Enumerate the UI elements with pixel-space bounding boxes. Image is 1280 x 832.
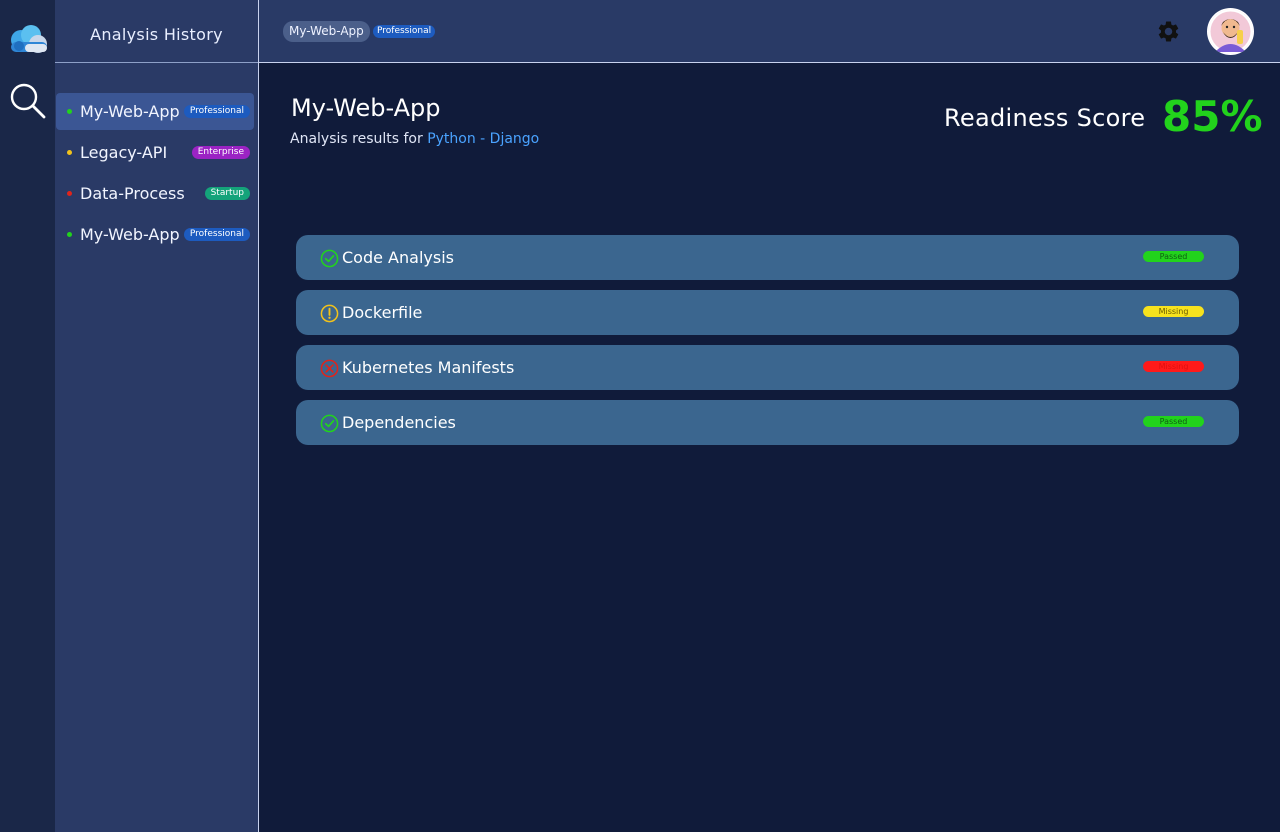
stack-link[interactable]: Python - Django	[427, 131, 539, 147]
user-avatar[interactable]	[1207, 8, 1254, 55]
check-label: Dockerfile	[342, 303, 423, 322]
history-item-my-web-app[interactable]: My-Web-App Professional	[56, 93, 254, 130]
history-item-label: My-Web-App	[80, 102, 180, 121]
error-circle-icon	[320, 359, 339, 378]
check-row-code-analysis[interactable]: Code Analysis Passed	[296, 235, 1239, 280]
history-item-data-process[interactable]: Data-Process Startup	[56, 175, 254, 212]
check-label: Kubernetes Manifests	[342, 358, 515, 377]
page-title: My-Web-App	[291, 94, 441, 122]
analysis-checks: Code Analysis Passed Dockerfile Missing …	[296, 235, 1239, 455]
check-row-dockerfile[interactable]: Dockerfile Missing	[296, 290, 1239, 335]
subtitle-prefix: Analysis results for	[290, 131, 428, 147]
check-row-kubernetes-manifests[interactable]: Kubernetes Manifests Missing	[296, 345, 1239, 390]
readiness-score-value: 85%	[1162, 92, 1263, 141]
gear-icon[interactable]	[1156, 19, 1181, 44]
history-item-legacy-api[interactable]: Legacy-API Enterprise	[56, 134, 254, 171]
plan-badge: Enterprise	[191, 146, 250, 159]
breadcrumb-plan-badge: Professional	[373, 25, 436, 38]
history-item-my-web-app-2[interactable]: My-Web-App Professional	[56, 216, 254, 253]
check-circle-icon	[320, 249, 339, 268]
breadcrumb-app[interactable]: My-Web-App	[283, 21, 370, 42]
status-badge: Missing	[1143, 306, 1204, 317]
warning-circle-icon	[320, 304, 339, 323]
plan-badge: Professional	[183, 228, 250, 241]
status-dot	[67, 191, 72, 196]
page-subtitle: Analysis results for Python - Django	[290, 131, 539, 147]
history-item-label: My-Web-App	[80, 225, 180, 244]
history-list: My-Web-App Professional Legacy-API Enter…	[55, 63, 258, 253]
plan-badge: Professional	[183, 105, 250, 118]
readiness-score-label: Readiness Score	[944, 104, 1146, 132]
sidebar-header: Analysis History	[55, 0, 258, 63]
check-row-dependencies[interactable]: Dependencies Passed	[296, 400, 1239, 445]
status-dot	[67, 109, 72, 114]
status-badge: Missing	[1143, 361, 1204, 372]
status-badge: Passed	[1143, 251, 1204, 262]
history-item-label: Data-Process	[80, 184, 185, 203]
cloud-logo-icon	[11, 25, 47, 53]
avatar-portrait-icon	[1208, 9, 1253, 54]
search-icon[interactable]	[9, 82, 47, 120]
analysis-history-sidebar: Analysis History My-Web-App Professional…	[55, 0, 258, 832]
icon-rail	[0, 0, 55, 832]
status-dot	[67, 232, 72, 237]
check-circle-icon	[320, 414, 339, 433]
sidebar-title: Analysis History	[90, 24, 223, 44]
history-item-label: Legacy-API	[80, 143, 168, 162]
check-label: Code Analysis	[342, 248, 454, 267]
top-bar: My-Web-App Professional	[259, 0, 1280, 63]
status-badge: Passed	[1143, 416, 1204, 427]
status-dot	[67, 150, 72, 155]
sidebar-divider	[258, 0, 259, 832]
plan-badge: Startup	[204, 187, 250, 200]
check-label: Dependencies	[342, 413, 456, 432]
